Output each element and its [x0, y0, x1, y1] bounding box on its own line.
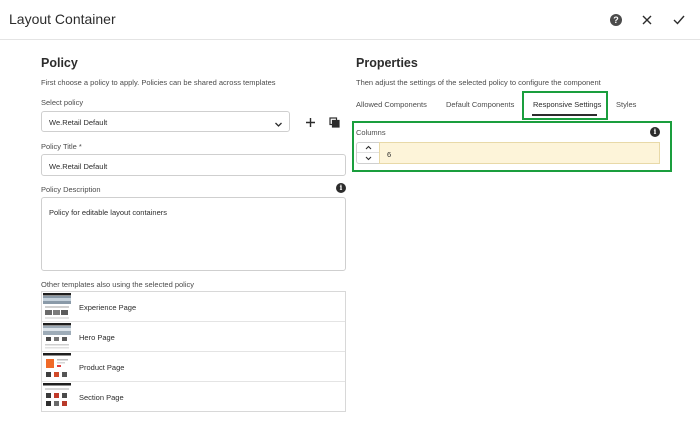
dialog-title: Layout Container — [9, 11, 116, 27]
close-icon[interactable] — [638, 11, 656, 29]
policy-description-label: Policy Description — [41, 185, 101, 194]
tab-styles[interactable]: Styles — [616, 100, 636, 109]
info-icon[interactable]: i — [650, 127, 660, 137]
policy-heading: Policy — [41, 56, 78, 70]
columns-stepper — [356, 142, 380, 164]
template-name: Experience Page — [79, 303, 137, 312]
list-item[interactable]: Section Page — [42, 382, 345, 412]
columns-input[interactable]: 6 — [379, 142, 660, 164]
list-item[interactable]: Hero Page — [42, 322, 345, 352]
list-item[interactable]: Product Page — [42, 352, 345, 382]
dialog-header: Layout Container ? — [0, 0, 700, 40]
check-icon[interactable] — [670, 11, 688, 29]
highlight-box-tab — [522, 91, 608, 120]
policy-description-value: Policy for editable layout containers — [49, 208, 167, 217]
policy-title-label: Policy Title * — [41, 142, 82, 151]
template-thumbnail — [43, 323, 71, 351]
chevron-up-icon[interactable] — [357, 143, 379, 153]
policy-description-field[interactable]: Policy for editable layout containers — [41, 197, 346, 271]
template-thumbnail — [43, 383, 71, 411]
templates-list: Experience Page Hero Page Product Page S… — [41, 291, 346, 412]
copy-icon[interactable] — [326, 114, 342, 130]
policy-select-value: We.Retail Default — [49, 118, 108, 127]
template-name: Product Page — [79, 363, 125, 372]
template-thumbnail — [43, 353, 71, 381]
policy-title-field[interactable]: We.Retail Default — [41, 154, 346, 176]
columns-label: Columns — [356, 128, 386, 137]
templates-label: Other templates also using the selected … — [41, 280, 194, 289]
tab-allowed-components[interactable]: Allowed Components — [356, 100, 427, 109]
properties-description: Then adjust the settings of the selected… — [356, 78, 601, 87]
template-name: Section Page — [79, 393, 124, 402]
add-icon[interactable] — [302, 114, 318, 130]
policy-description: First choose a policy to apply. Policies… — [41, 78, 276, 87]
columns-value: 6 — [387, 150, 392, 159]
policy-select[interactable]: We.Retail Default — [41, 111, 290, 132]
list-item[interactable]: Experience Page — [42, 292, 345, 322]
chevron-down-icon — [274, 116, 283, 134]
policy-title-value: We.Retail Default — [49, 162, 108, 171]
chevron-down-icon[interactable] — [357, 153, 379, 163]
info-icon[interactable]: i — [336, 183, 346, 193]
properties-heading: Properties — [356, 56, 418, 70]
template-thumbnail — [43, 293, 71, 321]
tab-default-components[interactable]: Default Components — [446, 100, 514, 109]
template-name: Hero Page — [79, 333, 115, 342]
help-icon[interactable]: ? — [607, 11, 625, 29]
select-policy-label: Select policy — [41, 98, 84, 107]
